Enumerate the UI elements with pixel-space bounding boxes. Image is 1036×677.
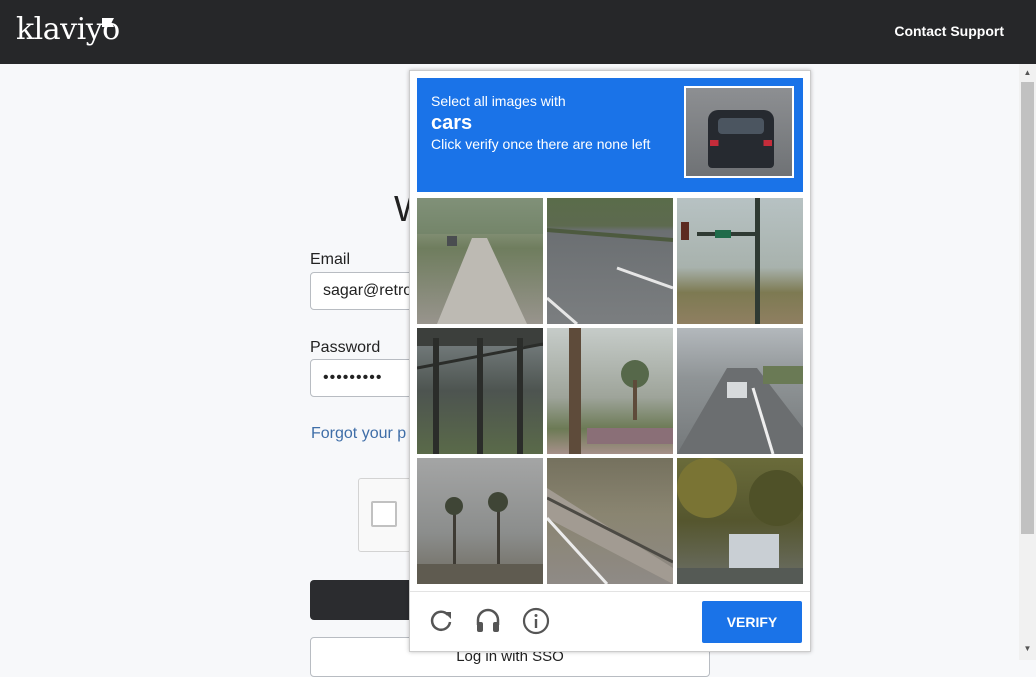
captcha-tile-1[interactable]: [417, 198, 543, 324]
captcha-tile-8[interactable]: [547, 458, 673, 584]
top-bar: klaviyo Contact Support: [0, 0, 1036, 64]
captcha-tile-9[interactable]: [677, 458, 803, 584]
captcha-footer-divider: [410, 591, 810, 592]
captcha-tile-3[interactable]: [677, 198, 803, 324]
forgot-password-link[interactable]: Forgot your p: [311, 425, 406, 443]
page-scrollbar[interactable]: ▲ ▼: [1019, 64, 1036, 660]
scroll-thumb[interactable]: [1021, 82, 1034, 534]
captcha-tile-6[interactable]: [677, 328, 803, 454]
klaviyo-logo[interactable]: klaviyo: [16, 12, 120, 47]
captcha-tile-2[interactable]: [547, 198, 673, 324]
captcha-instruction-header: Select all images with cars Click verify…: [417, 78, 803, 192]
scroll-down-arrow-icon[interactable]: ▼: [1019, 644, 1036, 654]
verify-button[interactable]: VERIFY: [702, 601, 802, 643]
contact-support-link[interactable]: Contact Support: [894, 23, 1004, 39]
reload-icon[interactable]: [426, 606, 456, 636]
captcha-tile-7[interactable]: [417, 458, 543, 584]
captcha-challenge-dialog: Select all images with cars Click verify…: [409, 70, 811, 652]
email-label: Email: [310, 251, 351, 268]
captcha-hint-text: Click verify once there are none left: [431, 136, 651, 152]
password-label: Password: [310, 339, 381, 356]
captcha-tile-4[interactable]: [417, 328, 543, 454]
captcha-sample-image: [684, 86, 794, 178]
captcha-target-word: cars: [431, 112, 473, 134]
audio-icon[interactable]: [473, 606, 503, 636]
captcha-image-grid: [417, 198, 803, 585]
info-icon[interactable]: [521, 606, 551, 636]
captcha-tile-5[interactable]: [547, 328, 673, 454]
scroll-up-arrow-icon[interactable]: ▲: [1019, 68, 1036, 78]
recaptcha-checkbox[interactable]: [371, 501, 397, 527]
captcha-instruction-text: Select all images with: [431, 93, 566, 109]
